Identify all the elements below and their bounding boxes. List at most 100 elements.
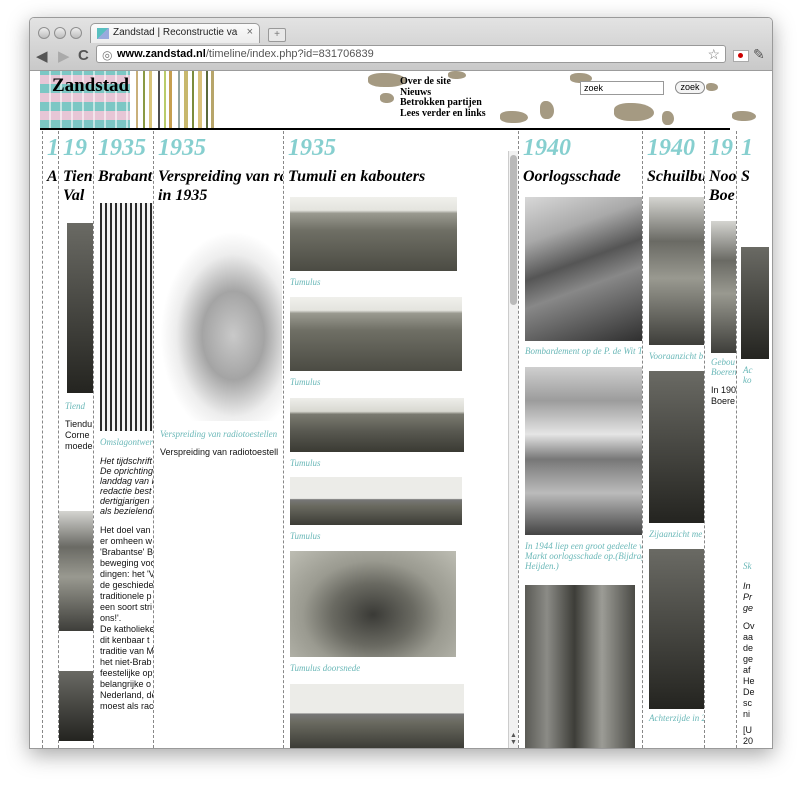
zoom-window-button[interactable]	[70, 27, 82, 39]
timeline-column[interactable]: 19 Tien Val Tiend Tiendu Corne moede	[58, 131, 93, 748]
timeline-column[interactable]: 1940 Schuilbu Vooraanzicht b Zijaanzicht…	[642, 131, 704, 748]
body-text: de geschiede	[100, 580, 153, 590]
photo-caption[interactable]: Verspreiding van radiotoestellen	[160, 429, 277, 439]
photo-caption[interactable]: ko	[743, 375, 752, 385]
back-icon[interactable]: ◀	[36, 47, 48, 65]
body-text: moest als rac	[100, 701, 153, 711]
timeline-column[interactable]: 1935 Tumuli en kabouters Tumulus Tumulus…	[283, 131, 508, 748]
tumulus-photo[interactable]	[290, 477, 462, 525]
body-text: een soort stri	[100, 602, 153, 612]
column-year: 19	[709, 135, 733, 161]
search-input[interactable]	[580, 81, 664, 95]
search-button[interactable]: zoek	[675, 81, 705, 94]
shelter-photo[interactable]	[649, 371, 704, 523]
radio-map-image[interactable]	[160, 231, 282, 421]
timeline[interactable]: 1 A 19 Tien Val Tiend Tiendu Corne moede…	[30, 131, 772, 748]
bookmark-star-icon[interactable]: ☆	[707, 46, 720, 63]
scrollbar-thumb[interactable]	[510, 155, 517, 305]
photo-caption[interactable]: Bombardement op de P. de Wit T	[525, 346, 642, 356]
church-ruin-photo[interactable]	[525, 585, 635, 748]
magazine-cover-image[interactable]	[100, 203, 153, 431]
browser-tab[interactable]: Zandstad | Reconstructie va ×	[90, 23, 260, 43]
tumulus-photo[interactable]	[290, 398, 464, 452]
photo-caption[interactable]: Sk	[743, 561, 752, 571]
photo-caption[interactable]: Achterzijde in 2	[649, 713, 704, 723]
tumulus-photo[interactable]	[290, 197, 457, 271]
photo-caption[interactable]: Gebou	[711, 357, 735, 367]
photo-caption[interactable]: Ac	[743, 365, 753, 375]
photo-caption[interactable]: Zijaanzicht me	[649, 529, 702, 539]
menu-item-partijen[interactable]: Betrokken partijen	[400, 97, 486, 109]
column-photo[interactable]	[59, 671, 93, 741]
column-year: 1935	[98, 135, 146, 161]
body-text: [U	[743, 725, 752, 735]
photo-caption[interactable]: Tumulus	[290, 458, 321, 468]
body-text: Nederland, de	[100, 690, 153, 700]
tab-close-icon[interactable]: ×	[247, 26, 253, 38]
shelter-photo[interactable]	[649, 197, 704, 345]
photo-caption[interactable]: Markt oorlogsschade op.(Bijdrage	[525, 551, 642, 561]
forward-icon[interactable]: ▶	[58, 47, 70, 65]
shelter-photo[interactable]	[649, 549, 704, 709]
body-text: af	[743, 665, 751, 675]
menu-item-links[interactable]: Lees verder en links	[400, 108, 486, 120]
photo-caption[interactable]: Vooraanzicht b	[649, 351, 703, 361]
timeline-column[interactable]: 1935 Verspreiding van ra in 1935 Verspre…	[153, 131, 283, 748]
web-page: Zandstad Over de site Nieuws Betrokken p…	[30, 71, 772, 748]
close-window-button[interactable]	[38, 27, 50, 39]
body-text: de	[743, 643, 754, 653]
tumulus-section-photo[interactable]	[290, 551, 456, 657]
photo-caption[interactable]: Tumulus	[290, 531, 321, 541]
column-title-line2: Boe	[709, 187, 735, 204]
wrench-icon[interactable]: ✎	[753, 46, 765, 63]
tumulus-photo[interactable]	[290, 684, 464, 748]
photo-caption[interactable]: Heijden.)	[525, 561, 559, 571]
photo-caption[interactable]: Omslagontwerp	[100, 437, 153, 447]
photo-caption[interactable]: Boeren	[711, 367, 736, 377]
column-photo[interactable]	[59, 511, 93, 631]
war-damage-photo[interactable]	[525, 367, 642, 535]
menu-item-over[interactable]: Over de site	[400, 76, 486, 88]
column-photo[interactable]	[741, 247, 769, 359]
header-stripes	[130, 71, 224, 129]
photo-caption[interactable]: Tumulus	[290, 277, 321, 287]
map-blob	[500, 111, 528, 123]
body-text: traditionele p	[100, 591, 152, 601]
column-title: S	[741, 168, 750, 185]
column-photo[interactable]	[67, 223, 93, 393]
body-text: ni	[743, 709, 751, 719]
scrollbar-arrows[interactable]: ▲ ▼	[509, 732, 518, 746]
body-text: He	[743, 676, 755, 686]
column-year: 1940	[647, 135, 695, 161]
photo-caption[interactable]: Tumulus doorsnede	[290, 663, 360, 673]
body-text: Verspreiding van radiotoestell	[160, 447, 279, 457]
extension-icon[interactable]	[733, 50, 749, 62]
timeline-column[interactable]: 1 A	[42, 131, 58, 748]
column-photo[interactable]	[711, 221, 736, 353]
column-year: 1935	[158, 135, 206, 161]
photo-caption[interactable]: Tiend	[65, 401, 85, 411]
column-title: Schuilbu	[647, 168, 704, 185]
address-bar[interactable]: ◎ www.zandstad.nl/timeline/index.php?id=…	[96, 45, 726, 63]
site-logo[interactable]: Zandstad	[40, 71, 130, 129]
site-header: Zandstad Over de site Nieuws Betrokken p…	[30, 71, 772, 130]
timeline-column[interactable]: 1 S Ac ko Sk In Pr ge Ov aa de ge af He …	[736, 131, 772, 748]
column-title: Oorlogsschade	[523, 168, 621, 185]
column-year: 1	[741, 135, 753, 161]
timeline-column[interactable]: 19 Noo Boe Gebou Boeren In 190 Boere	[704, 131, 736, 748]
timeline-column[interactable]: 1940 Oorlogsschade Bombardement op de P.…	[518, 131, 642, 748]
minimize-window-button[interactable]	[54, 27, 66, 39]
body-text: Ov	[743, 621, 755, 631]
tumulus-photo[interactable]	[290, 297, 462, 371]
timeline-column[interactable]: 1935 Brabant Omslagontwerp Het tijdschri…	[93, 131, 153, 748]
body-text: ons!'.	[100, 613, 122, 623]
logo-text: Zandstad	[52, 75, 130, 96]
new-tab-button[interactable]: +	[268, 28, 286, 42]
body-text: er omheen w	[100, 536, 153, 546]
photo-caption[interactable]: Tumulus	[290, 377, 321, 387]
bombardment-photo[interactable]	[525, 197, 642, 341]
reload-icon[interactable]: C	[78, 47, 89, 64]
photo-caption[interactable]: In 1944 liep een groot gedeelte v	[525, 541, 642, 551]
column-scrollbar[interactable]: ▲ ▼	[508, 151, 518, 748]
body-text: feestelijke op	[100, 668, 153, 678]
